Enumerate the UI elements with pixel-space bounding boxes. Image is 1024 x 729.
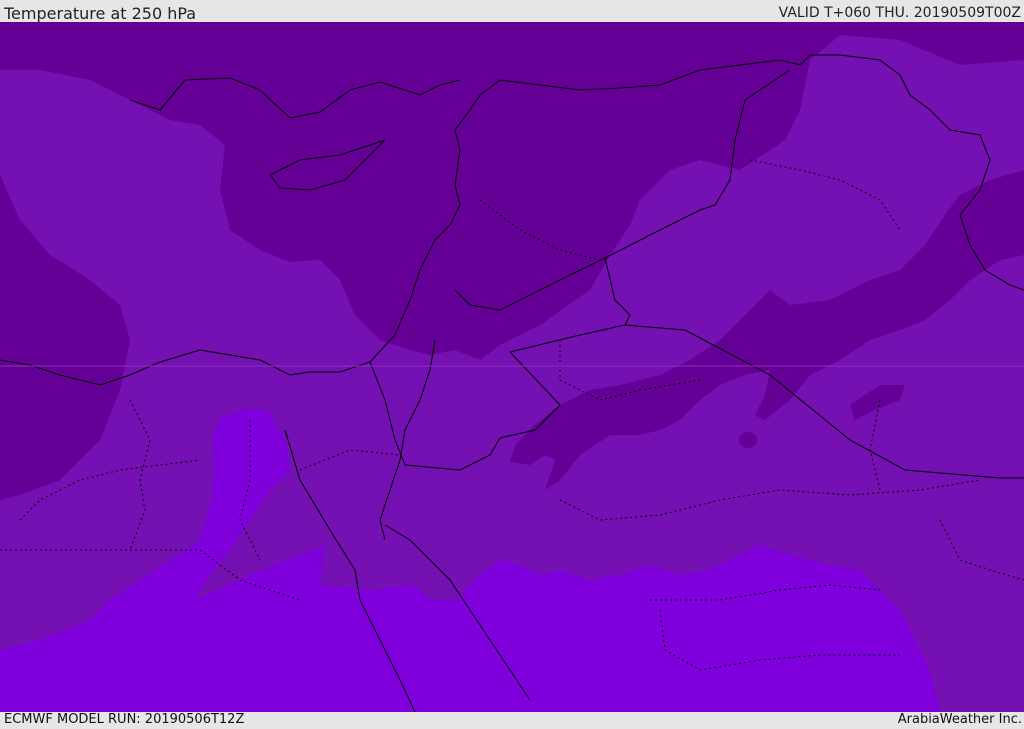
- valid-time: VALID T+060 THU. 20190509T00Z: [778, 5, 1021, 21]
- model-run: ECMWF MODEL RUN: 20190506T12Z: [4, 712, 245, 727]
- temperature-patch-cold: [739, 432, 757, 448]
- header-bar: Temperature at 250 hPa VALID T+060 THU. …: [0, 0, 1024, 23]
- map-title: Temperature at 250 hPa: [4, 4, 197, 23]
- footer-bar: ECMWF MODEL RUN: 20190506T12Z ArabiaWeat…: [0, 712, 1024, 729]
- temperature-map: [0, 22, 1024, 712]
- brand-label: ArabiaWeather Inc.: [897, 712, 1022, 727]
